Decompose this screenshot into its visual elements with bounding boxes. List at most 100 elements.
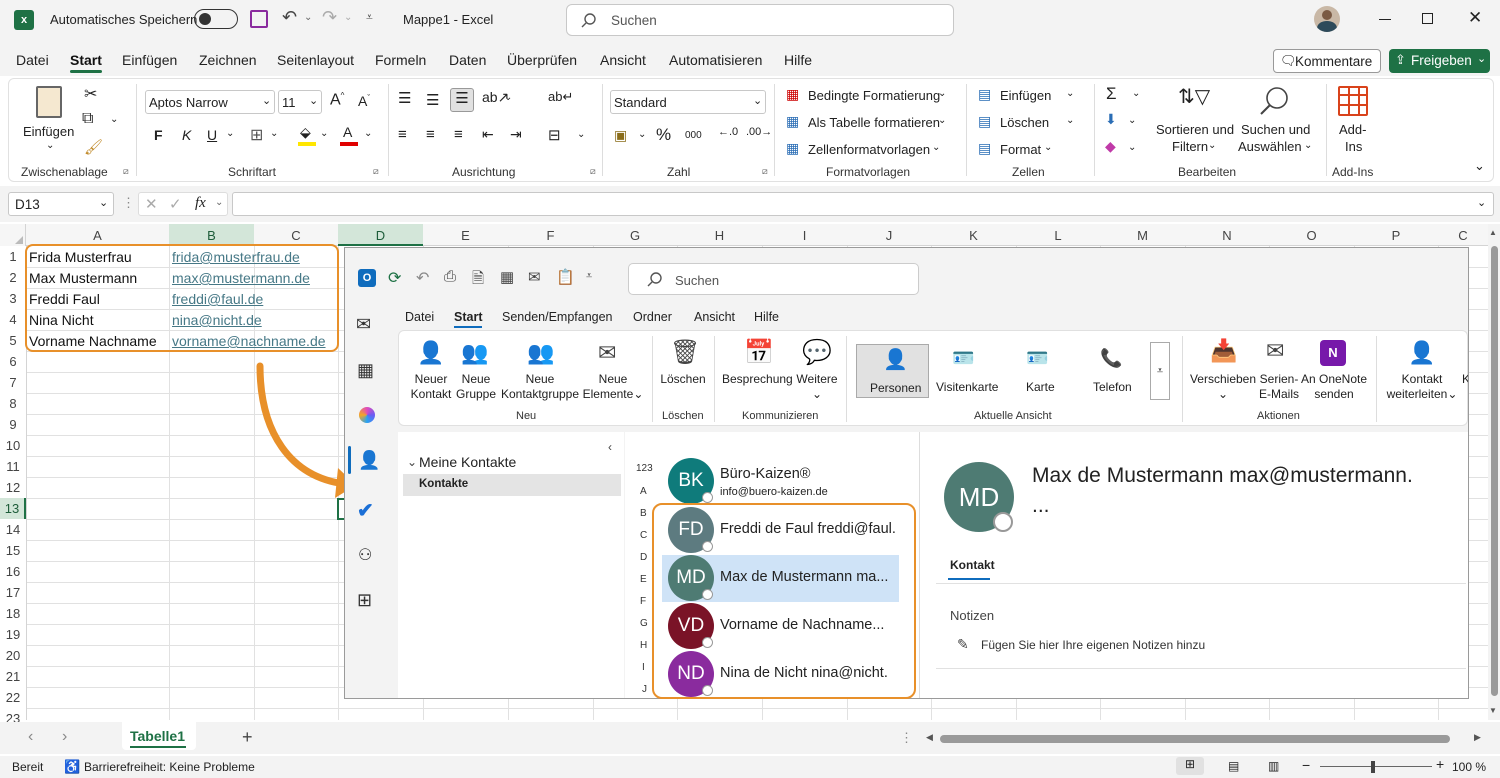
tab-ansicht[interactable]: Ansicht <box>600 52 646 68</box>
next-sheet-icon[interactable]: › <box>62 728 67 746</box>
outlook-tab-senden[interactable]: Senden/Empfangen <box>502 310 613 324</box>
format-cells-label[interactable]: Format <box>1000 142 1041 157</box>
column-header-2[interactable]: C <box>254 228 338 243</box>
nav-apps-icon[interactable]: ⊞ <box>357 590 372 611</box>
tab-ueberpruefen[interactable]: Überprüfen <box>507 52 577 68</box>
tab-formeln[interactable]: Formeln <box>375 52 426 68</box>
cut-icon[interactable]: ✂ <box>84 84 97 104</box>
sort-filter-label-2[interactable]: Filtern <box>1172 139 1208 154</box>
column-header-9[interactable]: J <box>847 228 931 243</box>
views-more-icon[interactable]: ⩡ <box>1150 342 1170 400</box>
alpha-index-123[interactable]: 123 <box>636 463 653 474</box>
print-icon[interactable]: ⎙ <box>444 268 456 285</box>
delete-cells-icon[interactable]: ▤ <box>978 113 991 130</box>
nav-todo-icon[interactable]: ✔ <box>357 498 374 523</box>
nav-groups-icon[interactable]: ⚇ <box>358 545 372 565</box>
delete-cells-dropdown-icon[interactable]: ⌄ <box>1066 115 1074 126</box>
meeting-icon[interactable]: 📅 <box>744 338 774 367</box>
outlook-tab-hilfe[interactable]: Hilfe <box>754 310 779 324</box>
increase-indent-icon[interactable]: ⇥ <box>510 126 522 143</box>
addins-label[interactable]: Add- <box>1339 122 1366 137</box>
excel-search-box[interactable]: Suchen <box>566 4 954 36</box>
confirm-entry-icon[interactable]: ✓ <box>169 195 182 213</box>
row-header-15[interactable]: 15 <box>0 543 26 558</box>
conditional-format-icon[interactable]: ▦ <box>786 86 799 103</box>
onenote-button[interactable]: An OneNote senden <box>1300 372 1368 402</box>
font-size-select[interactable]: 11 ⌄ <box>278 90 322 114</box>
font-name-select[interactable]: Aptos Narrow ⌄ <box>145 90 275 114</box>
conditional-format-dropdown-icon[interactable]: ⌄ <box>938 88 946 99</box>
sync-icon[interactable]: ⟳ <box>388 268 401 288</box>
row-header-13[interactable]: 13 <box>0 498 26 519</box>
insert-function-dropdown-icon[interactable]: ⌄ <box>215 197 223 208</box>
sort-filter-label[interactable]: Sortieren und <box>1156 122 1234 137</box>
sort-filter-dropdown-icon[interactable]: ⌄ <box>1208 140 1216 151</box>
view-karte[interactable]: 🪪 Karte <box>1010 344 1068 398</box>
alpha-index-h[interactable]: H <box>640 640 647 651</box>
align-top-icon[interactable]: ☰ <box>398 89 411 107</box>
page-break-view-icon[interactable]: ▥ <box>1268 759 1279 773</box>
column-header-8[interactable]: I <box>762 228 847 243</box>
new-contact-icon[interactable]: 👤 <box>417 340 444 366</box>
maximize-icon[interactable] <box>1422 13 1433 24</box>
vertical-scrollbar[interactable]: ▲ ▼ <box>1488 224 1500 720</box>
notes-input[interactable]: Fügen Sie hier Ihre eigenen Notizen hinz… <box>981 638 1205 652</box>
nav-calendar-icon[interactable]: ▦ <box>357 360 374 381</box>
outlook-tab-start[interactable]: Start <box>454 310 482 324</box>
column-header-5[interactable]: F <box>508 228 593 243</box>
formula-expand-icon[interactable]: ⌄ <box>1477 196 1486 209</box>
edit-notes-icon[interactable]: ✎ <box>957 636 969 653</box>
outlook-tab-ordner[interactable]: Ordner <box>633 310 672 324</box>
find-select-label[interactable]: Suchen und <box>1241 122 1310 137</box>
undo-icon[interactable]: ↶ <box>282 7 297 28</box>
add-sheet-icon[interactable]: + <box>242 727 253 748</box>
customize-qat-icon[interactable]: ⩡ <box>366 10 373 25</box>
font-color-icon[interactable]: A <box>340 124 358 146</box>
column-header-6[interactable]: G <box>593 228 677 243</box>
close-icon[interactable]: ✕ <box>1468 8 1482 28</box>
clear-dropdown-icon[interactable]: ⌄ <box>1128 142 1136 153</box>
mail-merge-icon[interactable]: ✉ <box>1266 338 1284 364</box>
column-header-7[interactable]: H <box>677 228 762 243</box>
new-items-icon[interactable]: ✉ <box>598 340 616 366</box>
row-header-3[interactable]: 3 <box>0 291 26 306</box>
tab-hilfe[interactable]: Hilfe <box>784 52 812 68</box>
font-launcher-icon[interactable]: ⧄ <box>373 166 379 177</box>
row-header-20[interactable]: 20 <box>0 648 26 663</box>
number-format-select[interactable]: Standard ⌄ <box>610 90 766 114</box>
cell-styles-icon[interactable]: ▦ <box>786 140 799 157</box>
cell-styles-label[interactable]: Zellenformatvorlagen <box>808 142 930 157</box>
view-visitenkarte[interactable]: 🪪 Visitenkarte <box>932 344 1000 398</box>
accessibility-status[interactable]: Barrierefreiheit: Keine Probleme <box>84 760 255 774</box>
format-as-table-label[interactable]: Als Tabelle formatieren <box>808 115 940 130</box>
insert-cells-label[interactable]: Einfügen <box>1000 88 1051 103</box>
more-communicate-button[interactable]: Weitere ⌄ <box>794 372 840 402</box>
nav-people-icon[interactable]: 👤 <box>358 450 380 471</box>
delete-all-icon[interactable]: 🗎 <box>472 268 484 293</box>
more-communicate-icon[interactable]: 💬 <box>802 338 832 367</box>
fill-color-dropdown-icon[interactable]: ⌄ <box>320 128 328 139</box>
paste-icon[interactable] <box>36 86 62 118</box>
row-header-18[interactable]: 18 <box>0 606 26 621</box>
alpha-index-f[interactable]: F <box>640 596 646 607</box>
italic-button[interactable]: K <box>182 127 191 143</box>
autosum-dropdown-icon[interactable]: ⌄ <box>1132 88 1140 99</box>
alpha-index-d[interactable]: D <box>640 552 647 563</box>
row-header-7[interactable]: 7 <box>0 375 26 390</box>
column-header-13[interactable]: N <box>1185 228 1269 243</box>
column-header-11[interactable]: L <box>1016 228 1100 243</box>
outlook-tab-datei[interactable]: Datei <box>405 310 434 324</box>
detail-tab-kontakt[interactable]: Kontakt <box>950 558 995 572</box>
row-header-8[interactable]: 8 <box>0 396 26 411</box>
tab-zeichnen[interactable]: Zeichnen <box>199 52 257 68</box>
alpha-index-j[interactable]: J <box>642 684 647 695</box>
new-contact-group-button[interactable]: Neue Kontaktgruppe <box>500 372 580 402</box>
thousands-separator-icon[interactable]: 000 <box>685 130 702 141</box>
new-group-button[interactable]: Neue Gruppe <box>455 372 497 402</box>
insert-cells-icon[interactable]: ▤ <box>978 86 991 103</box>
clipboard-small-icon[interactable]: 📋 <box>556 268 575 286</box>
outlook-undo-icon[interactable]: ↶ <box>416 268 429 288</box>
normal-view-icon[interactable]: ⊞ <box>1176 757 1204 775</box>
tab-einfuegen[interactable]: Einfügen <box>122 52 177 68</box>
format-cells-dropdown-icon[interactable]: ⌄ <box>1044 142 1052 153</box>
